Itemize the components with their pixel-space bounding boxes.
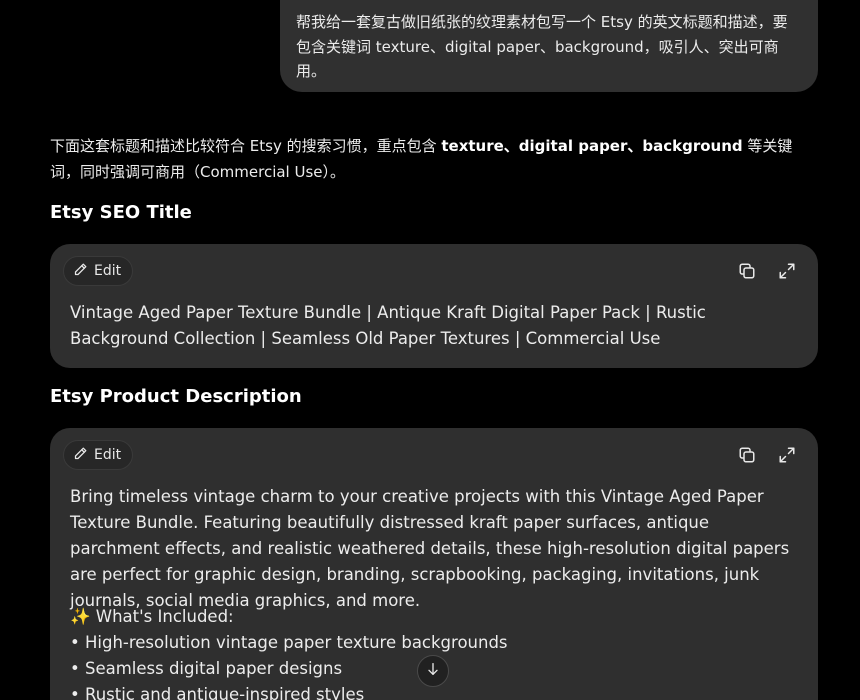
seo-title-heading: Etsy SEO Title (50, 202, 192, 223)
description-paragraph: Bring timeless vintage charm to your cre… (70, 487, 790, 610)
edit-label: Edit (94, 447, 122, 463)
copy-title-button[interactable] (738, 262, 758, 282)
expand-description-button[interactable] (778, 446, 798, 466)
assistant-intro: 下面这套标题和描述比较符合 Etsy 的搜索习惯，重点包含 texture、di… (50, 133, 820, 185)
chat-page: 帮我给一套复古做旧纸张的纹理素材包写一个 Etsy 的英文标题和描述，要包含关键… (0, 0, 860, 700)
edit-label: Edit (94, 263, 122, 279)
scroll-to-bottom-button[interactable] (417, 655, 449, 687)
list-item: • High-resolution vintage paper texture … (70, 633, 508, 652)
user-message-text: 帮我给一套复古做旧纸张的纹理素材包写一个 Etsy 的英文标题和描述，要包含关键… (296, 13, 788, 80)
description-heading: Etsy Product Description (50, 386, 302, 407)
included-heading: ✨ What's Included: (70, 607, 234, 626)
seo-title-card: Edit Vintage Aged Paper Texture Bundle |… (50, 244, 818, 368)
arrow-down-icon (425, 661, 441, 681)
copy-icon (738, 263, 756, 284)
edit-title-button[interactable]: Edit (63, 256, 134, 286)
edit-description-button[interactable]: Edit (63, 440, 134, 470)
seo-title-text: Vintage Aged Paper Texture Bundle | Anti… (70, 303, 706, 348)
expand-icon (778, 447, 796, 468)
expand-title-button[interactable] (778, 262, 798, 282)
intro-text-start: 下面这套标题和描述比较符合 Etsy 的搜索习惯，重点包含 (50, 137, 442, 155)
copy-description-button[interactable] (738, 446, 758, 466)
pencil-icon (73, 446, 88, 465)
intro-keywords: texture、digital paper、background (441, 137, 743, 155)
user-message-bubble: 帮我给一套复古做旧纸张的纹理素材包写一个 Etsy 的英文标题和描述，要包含关键… (280, 0, 818, 92)
pencil-icon (73, 262, 88, 281)
copy-icon (738, 447, 756, 468)
expand-icon (778, 263, 796, 284)
